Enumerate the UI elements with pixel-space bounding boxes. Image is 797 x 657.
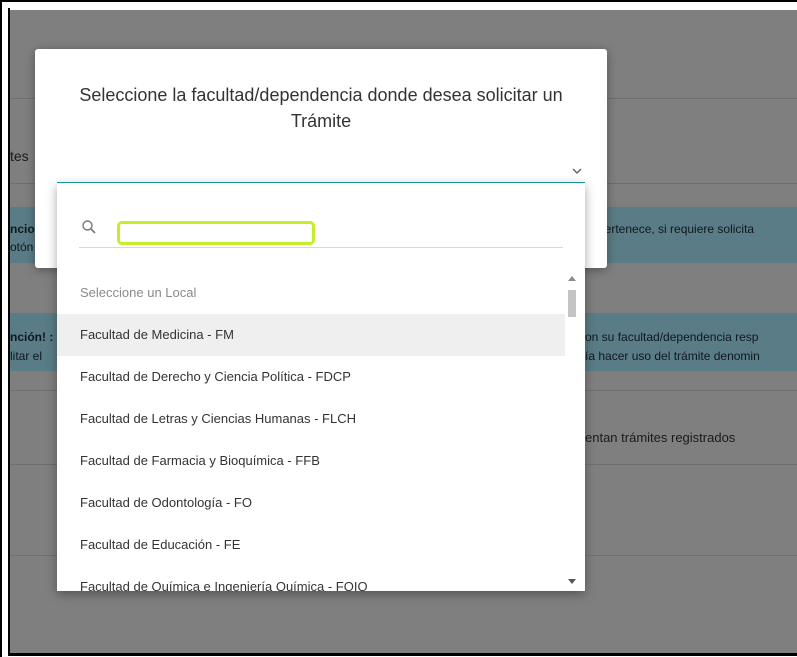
frame-edge — [8, 653, 797, 656]
dropdown-scrollbar[interactable] — [565, 272, 579, 590]
alert-text: on su facultad/dependencia resp — [585, 330, 759, 344]
dependency-dropdown: Seleccione un Local Facultad de Medicina… — [57, 183, 585, 591]
alert-text: pertenece, si requiere solicita — [598, 222, 755, 236]
option-derecho[interactable]: Facultad de Derecho y Ciencia Política -… — [57, 356, 565, 398]
placeholder-option[interactable]: Seleccione un Local — [57, 272, 565, 314]
alert-text: ía hacer uso del trámite denomin — [585, 349, 760, 363]
option-letras[interactable]: Facultad de Letras y Ciencias Humanas - … — [57, 398, 565, 440]
alert-text: otón — [10, 240, 34, 254]
modal-title: Seleccione la facultad/dependencia donde… — [79, 85, 563, 131]
option-farmacia[interactable]: Facultad de Farmacia y Bioquímica - FFB — [57, 440, 565, 482]
dependency-select[interactable] — [57, 156, 585, 184]
alert-text: nción! : — [10, 330, 54, 344]
option-educacion[interactable]: Facultad de Educación - FE — [57, 524, 565, 566]
info-text: entan trámites registrados — [585, 430, 736, 445]
scrollbar-thumb[interactable] — [568, 290, 576, 317]
alert-text: ncio — [10, 222, 35, 236]
tab-label-fragment: tes — [10, 148, 29, 164]
scroll-up-icon[interactable] — [568, 276, 576, 281]
search-input-highlight — [117, 221, 315, 245]
chevron-down-icon[interactable] — [571, 166, 583, 176]
scroll-down-icon[interactable] — [568, 579, 576, 584]
option-quimica[interactable]: Facultad de Química e Ingeniería Química… — [57, 566, 565, 591]
option-odontologia[interactable]: Facultad de Odontología - FO — [57, 482, 565, 524]
alert-text: litar el — [10, 349, 43, 363]
options-list: Seleccione un Local Facultad de Medicina… — [57, 272, 565, 591]
search-icon — [82, 220, 96, 234]
option-medicina[interactable]: Facultad de Medicina - FM — [57, 314, 565, 356]
